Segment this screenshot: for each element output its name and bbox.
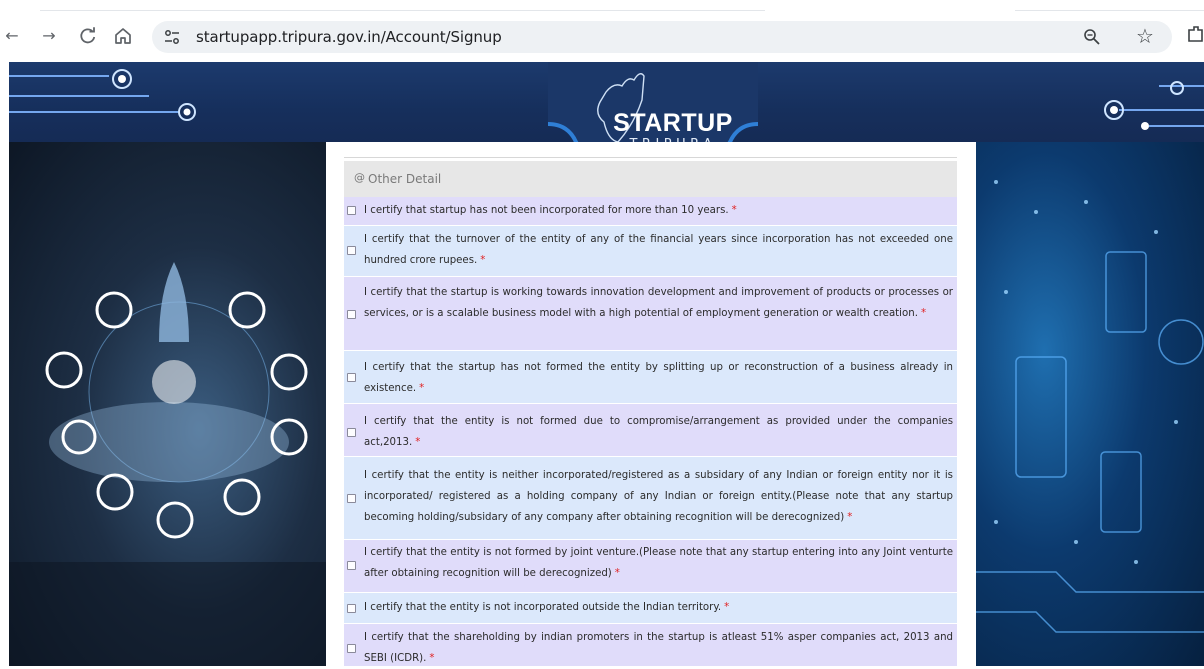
declaration-checkbox[interactable]	[347, 494, 356, 503]
declaration-checkbox[interactable]	[347, 246, 356, 255]
required-marker: *	[429, 653, 435, 664]
tab-strip-divider	[40, 10, 765, 11]
declaration-checkbox[interactable]	[347, 206, 356, 215]
declaration-row: I certify that the shareholding by india…	[344, 624, 957, 666]
declaration-text: I certify that the entity is not incorpo…	[364, 602, 722, 613]
declaration-text: I certify that the entity is neither inc…	[364, 470, 953, 523]
declaration-row: I certify that the entity is not formed …	[344, 404, 957, 456]
at-sign-icon: @	[354, 171, 365, 184]
declaration-row: I certify that the entity is not formed …	[344, 540, 957, 592]
url-text[interactable]: startupapp.tripura.gov.in/Account/Signup	[196, 28, 502, 46]
reload-icon[interactable]	[76, 24, 100, 48]
section-header-other-detail: @ Other Detail	[344, 161, 957, 197]
declaration-checkbox[interactable]	[347, 310, 356, 319]
browser-toolbar: ← → startupapp.tripura.gov.in/Account/Si…	[0, 0, 1204, 62]
required-marker: *	[920, 308, 927, 319]
site-settings-icon[interactable]	[162, 27, 182, 47]
right-hero-image	[976, 142, 1204, 666]
address-bar[interactable]: startupapp.tripura.gov.in/Account/Signup…	[152, 21, 1172, 53]
arrow-right-icon[interactable]: →	[37, 24, 61, 48]
declaration-row: I certify that the startup has not forme…	[344, 351, 957, 403]
bookmark-star-icon[interactable]: ☆	[1136, 24, 1154, 48]
declaration-text: I certify that the startup has not forme…	[364, 362, 953, 394]
declaration-text: I certify that the entity is not formed …	[364, 547, 953, 579]
declaration-checkbox[interactable]	[347, 604, 356, 613]
declaration-row: I certify that startup has not been inco…	[344, 197, 957, 225]
required-marker: *	[480, 255, 486, 266]
declaration-text: I certify that the turnover of the entit…	[364, 234, 953, 266]
signup-form: @ Other Detail I certify that startup ha…	[326, 142, 976, 666]
declaration-checkbox[interactable]	[347, 428, 356, 437]
declaration-text: I certify that the startup is working to…	[364, 287, 953, 319]
declaration-row: I certify that the entity is neither inc…	[344, 457, 957, 539]
required-marker: *	[731, 205, 737, 216]
declaration-checkbox[interactable]	[347, 644, 356, 653]
declaration-text: I certify that the entity is not formed …	[364, 416, 953, 448]
tab-strip-divider	[1015, 10, 1204, 11]
required-marker: *	[415, 437, 421, 448]
declaration-text: I certify that startup has not been inco…	[364, 205, 729, 216]
previous-field-row	[344, 142, 957, 158]
left-hero-image	[9, 142, 326, 666]
required-marker: *	[724, 602, 730, 613]
extensions-icon[interactable]	[1186, 24, 1204, 44]
required-marker: *	[847, 512, 853, 523]
declaration-checkbox[interactable]	[347, 561, 356, 570]
home-icon[interactable]	[111, 24, 135, 48]
arrow-left-icon[interactable]: ←	[0, 24, 24, 48]
section-title: Other Detail	[368, 172, 442, 186]
declaration-text: I certify that the shareholding by india…	[364, 632, 953, 664]
declaration-row: I certify that the turnover of the entit…	[344, 226, 957, 276]
declaration-checkbox[interactable]	[347, 373, 356, 382]
required-marker: *	[614, 568, 620, 579]
declaration-row: I certify that the entity is not incorpo…	[344, 593, 957, 623]
required-marker: *	[419, 383, 425, 394]
declaration-row: I certify that the startup is working to…	[344, 277, 957, 350]
zoom-icon[interactable]	[1082, 27, 1102, 47]
logo-title: STARTUP	[613, 109, 733, 137]
